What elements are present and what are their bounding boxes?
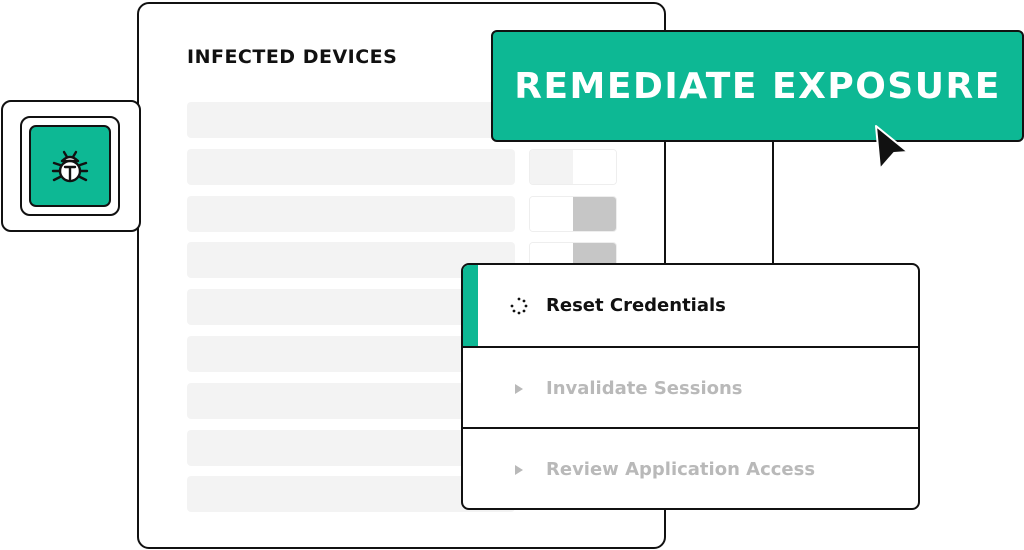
toggle-left-segment <box>530 197 573 231</box>
play-arrow-icon <box>510 461 528 479</box>
bug-icon <box>51 150 89 183</box>
bug-badge[interactable] <box>29 125 111 207</box>
toggle-right-segment <box>573 150 616 184</box>
active-step-indicator <box>463 265 478 346</box>
step-label: Reset Credentials <box>546 295 726 316</box>
device-row-placeholder <box>187 196 515 232</box>
panel-title: INFECTED DEVICES <box>187 46 398 68</box>
remediate-exposure-button[interactable]: REMEDIATE EXPOSURE <box>491 30 1024 142</box>
device-row-placeholder <box>187 149 515 185</box>
toggle-left-segment <box>530 150 573 184</box>
mouse-cursor-icon <box>875 125 909 170</box>
step-label: Invalidate Sessions <box>546 378 743 399</box>
step-invalidate-sessions[interactable]: Invalidate Sessions <box>463 346 918 429</box>
step-reset-credentials[interactable]: Reset Credentials <box>463 265 918 346</box>
remediation-steps-card: Reset Credentials Invalidate Sessions Re… <box>461 263 920 510</box>
remediate-button-label: REMEDIATE EXPOSURE <box>514 65 1001 107</box>
device-status-toggle[interactable] <box>529 149 617 185</box>
toggle-right-segment <box>573 197 616 231</box>
connector-line <box>772 142 774 264</box>
step-label: Review Application Access <box>546 459 816 480</box>
step-review-application-access[interactable]: Review Application Access <box>463 427 918 508</box>
device-status-toggle[interactable] <box>529 196 617 232</box>
play-arrow-icon <box>510 380 528 398</box>
spinner-icon <box>510 297 528 315</box>
